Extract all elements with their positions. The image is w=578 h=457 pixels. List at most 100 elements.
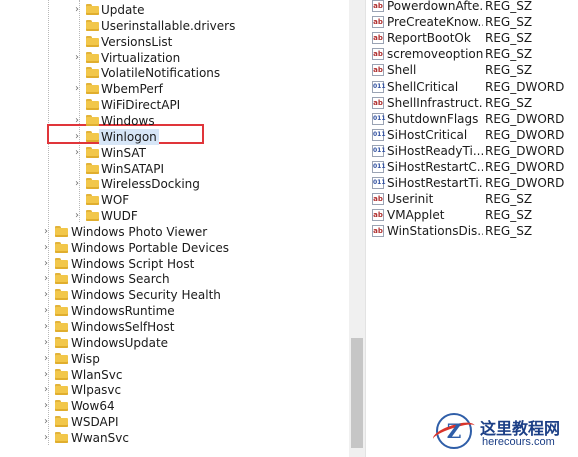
tree-item-volatilenotifications[interactable]: VolatileNotifications: [0, 65, 340, 81]
tree-item-label: Windows Search: [71, 272, 170, 287]
tree-item-wifidirectapi[interactable]: WiFiDirectAPI: [0, 97, 340, 113]
expand-chevron-icon[interactable]: ›: [41, 335, 51, 351]
value-name: SiHostRestartC...: [387, 160, 483, 174]
string-value-icon: ab: [372, 32, 384, 45]
registry-tree-pane[interactable]: › Update Userinstallable.drivers VersionsLi…: [0, 0, 350, 457]
value-name: SiHostReadyTi...: [387, 143, 483, 158]
tree-item-windowsupdate[interactable]: › WindowsUpdate: [0, 335, 340, 351]
tree-item-label: WOF: [101, 193, 130, 208]
expand-chevron-icon[interactable]: ›: [72, 208, 82, 224]
tree-item-wow64[interactable]: › Wow64: [0, 398, 340, 414]
tree-item-winlogon[interactable]: › Winlogon: [0, 128, 340, 145]
expand-chevron-icon[interactable]: ›: [72, 113, 82, 129]
expand-chevron-icon[interactable]: ›: [41, 287, 51, 303]
dword-value-icon: 011: [372, 161, 386, 173]
registry-value-row[interactable]: ab VMApplet REG_SZ: [372, 207, 577, 223]
registry-value-row[interactable]: 011 ShellCritical REG_DWORD: [372, 79, 577, 95]
expand-chevron-icon[interactable]: ›: [41, 351, 51, 367]
registry-value-row[interactable]: ab WinStationsDis... REG_SZ: [372, 223, 577, 239]
expand-chevron-icon[interactable]: ›: [41, 430, 51, 446]
tree-item-windows[interactable]: › Windows: [0, 113, 340, 129]
expand-chevron-icon[interactable]: ›: [72, 176, 82, 192]
tree-item-wbemperf[interactable]: › WbemPerf: [0, 81, 340, 97]
folder-icon: [55, 431, 68, 443]
registry-value-row[interactable]: ab Userinit REG_SZ: [372, 191, 577, 207]
registry-value-row[interactable]: 011 SiHostReadyTi... REG_DWORD: [372, 143, 577, 159]
expand-chevron-icon[interactable]: ›: [41, 303, 51, 319]
tree-item-windowsruntime[interactable]: › WindowsRuntime: [0, 303, 340, 319]
registry-value-row[interactable]: ab ReportBootOk REG_SZ: [372, 30, 577, 46]
value-name: WinStationsDis...: [387, 224, 483, 239]
tree-item-label: Windows Security Health: [71, 288, 221, 303]
folder-icon: [86, 210, 99, 222]
tree-item-update[interactable]: › Update: [0, 2, 340, 18]
tree-item-label: Windows Portable Devices: [71, 240, 229, 255]
dword-value-icon: 011: [372, 128, 386, 141]
tree-item-windows-script-host[interactable]: › Windows Script Host: [0, 256, 340, 272]
tree-item-winsat[interactable]: › WinSAT: [0, 145, 340, 161]
tree-item-windows-security-health[interactable]: › Windows Security Health: [0, 287, 340, 303]
string-value-icon: ab: [372, 209, 384, 222]
registry-values-pane[interactable]: ab PowerdownAfte... REG_SZ ab PreCreateKnow.…: [366, 0, 578, 457]
registry-value-row[interactable]: 011 SiHostCritical REG_DWORD: [372, 127, 577, 143]
string-value-icon: ab: [372, 193, 384, 206]
tree-item-label: Windows: [101, 113, 155, 128]
tree-item-virtualization[interactable]: › Virtualization: [0, 50, 340, 66]
tree-item-wlansvc[interactable]: › WlanSvc: [0, 367, 340, 383]
tree-item-wsdapi[interactable]: › WSDAPI: [0, 414, 340, 430]
tree-item-userinstallable-drivers[interactable]: Userinstallable.drivers: [0, 18, 340, 34]
registry-value-row[interactable]: 011 SiHostRestartTi... REG_DWORD: [372, 175, 577, 191]
expand-chevron-icon[interactable]: ›: [41, 271, 51, 287]
tree-item-wof[interactable]: WOF: [0, 192, 340, 208]
tree-item-wwansvc[interactable]: › WwanSvc: [0, 430, 340, 446]
tree-item-label: Userinstallable.drivers: [101, 18, 236, 33]
folder-icon: [55, 384, 68, 396]
tree-item-wlpasvc[interactable]: › Wlpasvc: [0, 382, 340, 398]
value-type: REG_SZ: [485, 15, 533, 30]
expand-chevron-icon[interactable]: ›: [41, 319, 51, 335]
folder-icon: [86, 83, 99, 95]
folder-icon: [55, 400, 68, 412]
expand-chevron-icon[interactable]: ›: [72, 81, 82, 97]
registry-value-row[interactable]: ab scremoveoption REG_SZ: [372, 46, 577, 62]
value-name: PowerdownAfte...: [387, 0, 483, 13]
tree-item-wirelessdocking[interactable]: › WirelessDocking: [0, 176, 340, 192]
expand-chevron-icon[interactable]: ›: [41, 367, 51, 383]
folder-icon: [55, 352, 68, 364]
value-type: REG_SZ: [485, 224, 533, 239]
expand-chevron-icon[interactable]: ›: [72, 2, 82, 18]
tree-item-winsatapi[interactable]: WinSATAPI: [0, 161, 340, 177]
expand-chevron-icon[interactable]: ›: [41, 224, 51, 240]
tree-item-label: WirelessDocking: [101, 177, 200, 192]
expand-chevron-icon[interactable]: ›: [41, 414, 51, 430]
tree-item-windows-search[interactable]: › Windows Search: [0, 271, 340, 287]
folder-icon: [86, 19, 99, 31]
registry-value-row[interactable]: ab ShellInfrastruct... REG_SZ: [372, 95, 577, 111]
tree-item-label: WwanSvc: [71, 430, 129, 445]
folder-icon: [55, 368, 68, 380]
value-type: REG_SZ: [485, 31, 533, 46]
registry-value-row[interactable]: ab Shell REG_SZ: [372, 62, 577, 78]
tree-item-windows-portable-devices[interactable]: › Windows Portable Devices: [0, 240, 340, 256]
tree-item-windowsselfhost[interactable]: › WindowsSelfHost: [0, 319, 340, 335]
value-name: ShellCritical: [387, 79, 459, 94]
tree-item-label: WinSATAPI: [101, 161, 165, 176]
expand-chevron-icon[interactable]: ›: [72, 129, 82, 145]
expand-chevron-icon[interactable]: ›: [41, 382, 51, 398]
string-value-icon: ab: [372, 225, 384, 238]
expand-chevron-icon[interactable]: ›: [72, 50, 82, 66]
tree-item-versionslist[interactable]: VersionsList: [0, 34, 340, 50]
registry-value-row[interactable]: 011 ShutdownFlags REG_DWORD: [372, 111, 577, 127]
registry-value-row[interactable]: ab PowerdownAfte... REG_SZ: [372, 0, 577, 14]
tree-item-label: WindowsSelfHost: [71, 320, 175, 334]
tree-item-windows-photo-viewer[interactable]: › Windows Photo Viewer: [0, 224, 340, 240]
tree-scrollbar-thumb[interactable]: [351, 338, 363, 448]
tree-item-wudf[interactable]: › WUDF: [0, 208, 340, 224]
expand-chevron-icon[interactable]: ›: [41, 240, 51, 256]
expand-chevron-icon[interactable]: ›: [41, 398, 51, 414]
tree-item-wisp[interactable]: › Wisp: [0, 351, 340, 367]
expand-chevron-icon[interactable]: ›: [72, 145, 82, 161]
expand-chevron-icon[interactable]: ›: [41, 256, 51, 272]
registry-value-row[interactable]: ab PreCreateKnow... REG_SZ: [372, 14, 577, 30]
registry-value-row[interactable]: 011 SiHostRestartC... REG_DWORD: [372, 159, 577, 175]
